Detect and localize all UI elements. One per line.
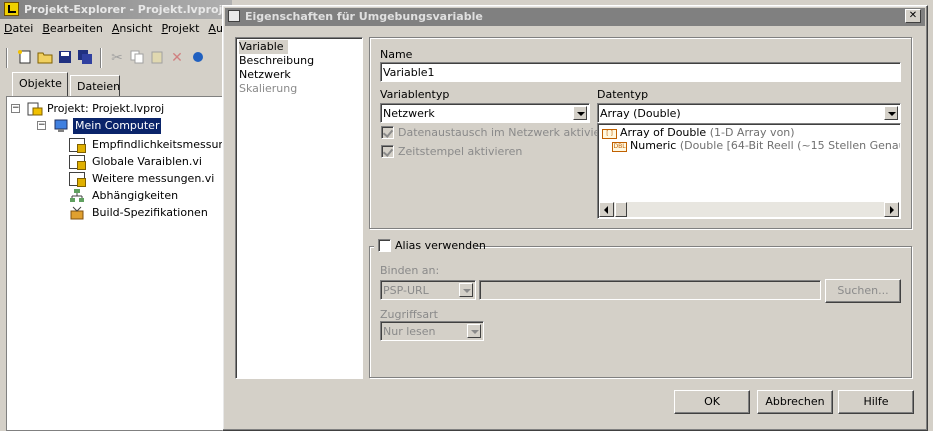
timestamp-checkbox-label: Zeitstempel aktivieren [398,145,523,158]
help-button[interactable]: Hilfe [838,390,914,414]
access-select: Nur lesen [380,321,484,341]
close-button[interactable]: ✕ [905,9,921,23]
build-icon [69,205,85,220]
tab-dateien[interactable]: Dateien [70,75,120,96]
vi-icon [69,155,86,170]
project-icon [27,102,43,116]
type-row-array[interactable]: [ ] Array of Double (1-D Array von) [602,126,795,140]
open-folder-icon[interactable] [36,49,54,67]
tab-objekte-label: Objekte [19,77,62,90]
network-checkbox-label: Datenaustausch im Netzwerk aktivieren [398,126,619,139]
collapse-icon[interactable]: − [11,104,20,113]
tree-item-label: Abhängigkeiten [92,189,179,202]
category-item-skalierung: Skalierung [239,82,298,95]
name-label: Name [380,48,413,61]
computer-icon [53,119,69,133]
bind-path-input [479,280,821,300]
vi-icon [69,138,86,153]
tree-item-label: Globale Varaiblen.vi [92,155,202,168]
vartype-value: Netzwerk [383,107,435,120]
timestamp-checkbox [381,145,394,158]
cut-icon[interactable]: ✂ [108,49,126,67]
new-icon[interactable] [16,49,34,67]
category-item-variable[interactable]: Variable [239,40,288,54]
toolbar-separator [6,48,8,68]
cancel-button[interactable]: Abbrechen [757,390,833,414]
alias-checkbox-label: Alias verwenden [395,239,486,252]
project-tree[interactable]: − Projekt: Projekt.lvproj − Mein Compute… [6,96,244,431]
type-row-numeric[interactable]: DBL Numeric (Double [64-Bit Reell (~15 St… [612,139,900,153]
bind-label: Binden an: [380,264,440,277]
delete-icon[interactable]: ✕ [168,49,186,67]
explorer-titlebar[interactable]: Projekt-Explorer - Projekt.lvproj * [0,0,232,19]
toolbar-separator [100,48,102,68]
tree-item-label: Weitere messungen.vi [92,172,215,185]
background-window-edge [929,0,933,431]
bind-type-value: PSP-URL [383,284,429,297]
tree-item-label: Empfindlichkeitsmessunger [92,138,244,151]
collapse-icon[interactable]: − [37,121,46,130]
vartype-select[interactable]: Netzwerk [380,103,590,123]
dbl-icon: DBL [612,142,627,152]
tab-dateien-label: Dateien [77,80,121,93]
category-item-beschreibung[interactable]: Beschreibung [239,54,359,68]
save-icon[interactable] [56,49,74,67]
dialog-title: Eigenschaften für Umgebungsvariable [245,10,483,23]
datatype-select[interactable]: Array (Double) [597,103,901,123]
access-value: Nur lesen [383,325,436,338]
copy-icon[interactable] [128,49,146,67]
scroll-thumb[interactable] [615,202,627,217]
explorer-menubar: Datei Bearbeiten Ansicht Projekt Au [4,22,232,40]
misc-icon[interactable] [188,49,206,67]
save-all-icon[interactable] [76,49,94,67]
vartype-label: Variablentyp [380,88,450,101]
bind-type-select: PSP-URL [380,280,476,300]
chevron-down-icon [459,283,473,297]
menu-projekt[interactable]: Projekt [161,22,199,35]
type-row-array-label: Array of Double [620,126,707,139]
dependencies-icon [69,188,85,202]
category-item-netzwerk[interactable]: Netzwerk [239,68,359,82]
menu-datei[interactable]: Datei [4,22,33,35]
tree-computer-label: Mein Computer [73,118,162,134]
paste-icon[interactable] [148,49,166,67]
explorer-toolbar: ✂ ✕ [6,46,232,70]
type-row-numeric-detail: (Double [64-Bit Reell (~15 Stellen Genau… [679,139,900,152]
dialog-titlebar[interactable]: Eigenschaften für Umgebungsvariable ✕ [225,8,925,26]
tree-item-label: Build-Spezifikationen [92,206,208,219]
explorer-title: Projekt-Explorer - Projekt.lvproj * [24,3,232,16]
chevron-down-icon[interactable] [573,106,587,120]
horizontal-scrollbar[interactable] [599,202,899,217]
tab-objekte[interactable]: Objekte [12,72,68,96]
menu-bearbeiten[interactable]: Bearbeiten [42,22,102,35]
ok-button[interactable]: OK [674,390,750,414]
array-icon: [ ] [602,129,617,139]
alias-legend[interactable]: Alias verwenden [374,238,486,254]
alias-group [369,246,912,378]
tree-project-label: Projekt: Projekt.lvproj [47,102,165,115]
vi-icon [69,172,86,187]
network-checkbox [381,126,394,139]
type-row-array-detail: (1-D Array von) [709,126,795,139]
name-input[interactable]: Variable1 [380,62,901,82]
menu-more[interactable]: Au [208,22,223,35]
type-row-numeric-label: Numeric [630,139,677,152]
alias-checkbox[interactable] [378,239,391,252]
chevron-down-icon[interactable] [884,106,898,120]
scroll-right-icon[interactable] [884,202,899,217]
datatype-value: Array (Double) [600,107,681,120]
datatype-label: Datentyp [597,88,649,101]
dialog-icon [228,10,240,22]
category-list[interactable]: Variable Beschreibung Netzwerk Skalierun… [235,37,363,379]
labview-icon [4,2,19,16]
search-button: Suchen... [825,279,901,303]
menu-ansicht[interactable]: Ansicht [112,22,153,35]
access-label: Zugriffsart [380,308,438,321]
datatype-tree[interactable]: [ ] Array of Double (1-D Array von) DBL Nu… [597,123,901,219]
scroll-left-icon[interactable] [599,202,614,217]
chevron-down-icon [467,324,481,338]
